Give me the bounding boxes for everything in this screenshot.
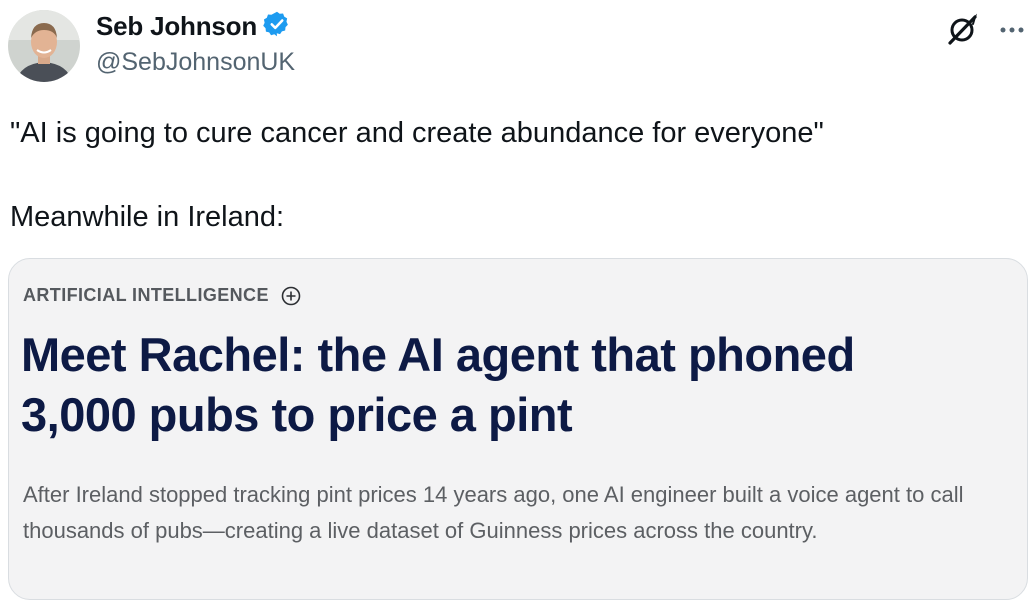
verified-badge-icon [263, 10, 291, 43]
avatar[interactable] [8, 10, 80, 82]
card-summary: After Ireland stopped tracking pint pric… [23, 482, 964, 543]
tweet-text: "AI is going to cure cancer and create a… [10, 117, 824, 233]
author-handle[interactable]: @SebJohnsonUK [96, 48, 295, 77]
plus-circle-icon[interactable] [281, 286, 301, 306]
card-headline[interactable]: Meet Rachel: the AI agent that phoned 3,… [21, 325, 981, 445]
author-name-row: Seb Johnson [96, 10, 291, 43]
tweet: Seb Johnson @SebJohnsonUK "AI is going t… [0, 0, 1036, 610]
grok-icon[interactable] [944, 12, 980, 48]
card-category-row: ARTIFICIAL INTELLIGENCE [23, 285, 301, 306]
author-display-name[interactable]: Seb Johnson [96, 11, 257, 42]
link-card[interactable]: ARTIFICIAL INTELLIGENCE Meet Rachel: the… [8, 258, 1028, 600]
more-icon[interactable] [996, 14, 1028, 46]
card-category[interactable]: ARTIFICIAL INTELLIGENCE [23, 285, 269, 306]
